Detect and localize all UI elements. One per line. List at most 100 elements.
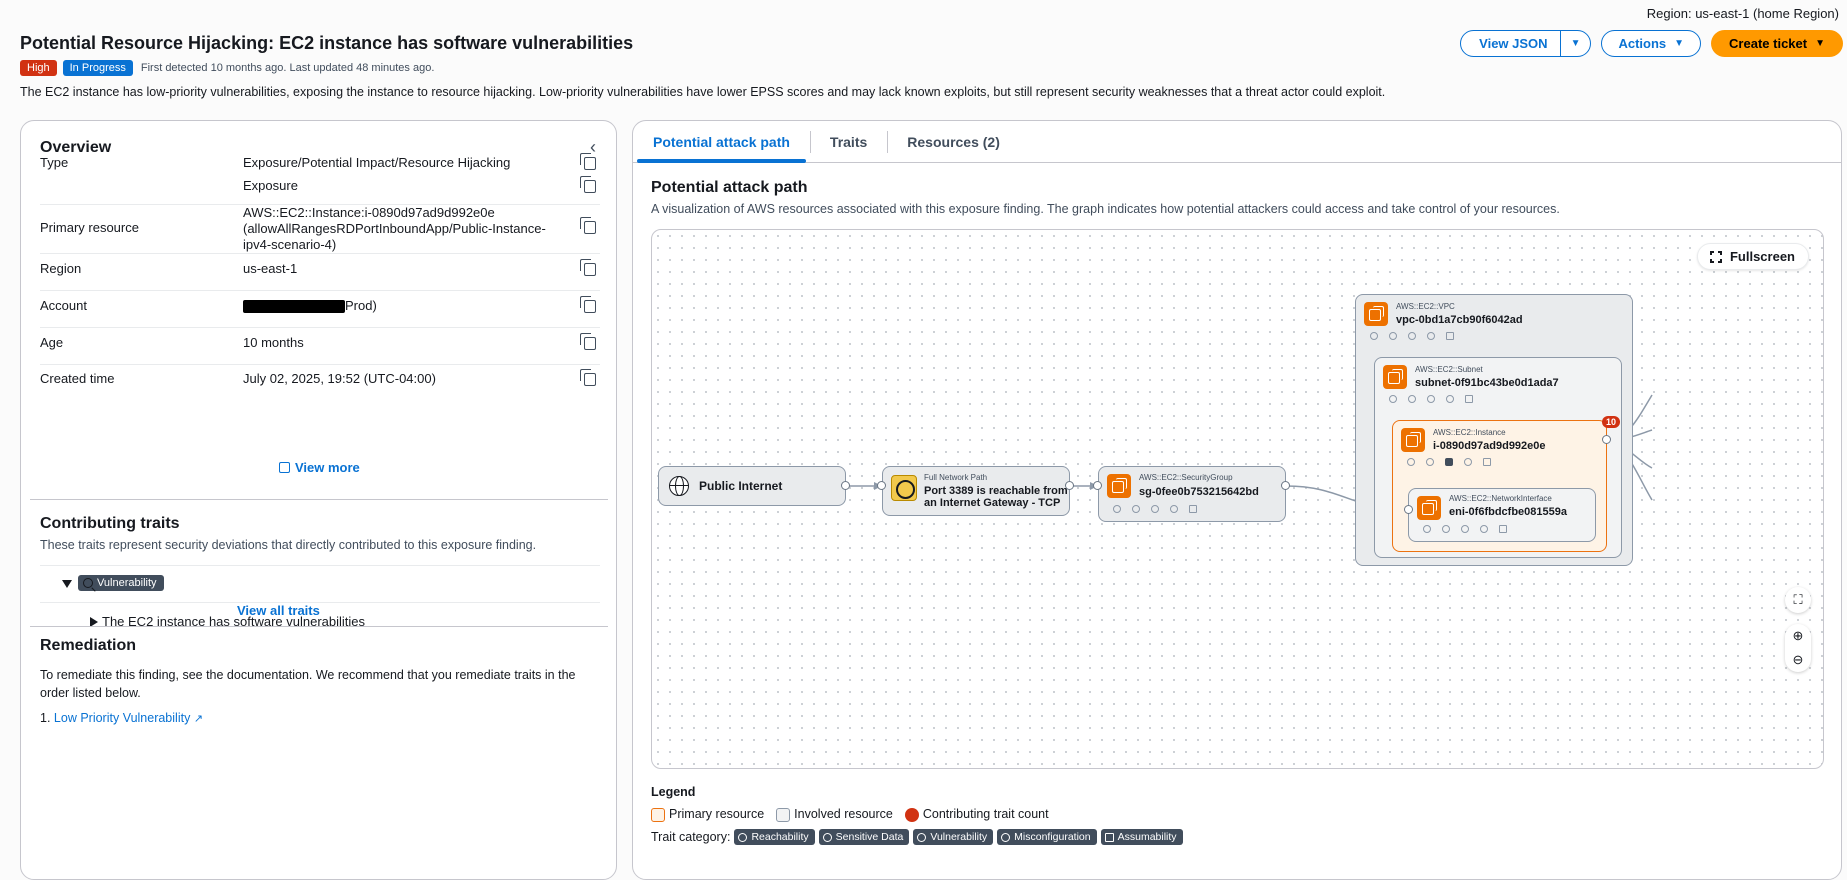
overview-key: Created time (40, 371, 115, 386)
overview-key: Account (40, 298, 87, 313)
involved-swatch (776, 807, 791, 822)
node-public-internet[interactable]: Public Internet (658, 466, 846, 506)
misconfiguration-icon (1480, 525, 1488, 533)
port-handle (1602, 435, 1611, 444)
caret-down-icon[interactable] (62, 580, 72, 588)
legend-label: Contributing trait count (922, 807, 1049, 821)
legend-label: Primary resource (669, 807, 765, 821)
severity-badge: High (20, 60, 57, 76)
overview-row-account: Account Prod) (40, 296, 600, 328)
external-link-icon[interactable]: ↗ (194, 713, 203, 725)
expand-icon (279, 462, 290, 473)
port-handle (1404, 505, 1413, 514)
view-more-link[interactable]: View more (279, 460, 360, 475)
node-type: AWS::EC2::Subnet (1415, 365, 1483, 374)
reachability-icon (1389, 395, 1397, 403)
overview-value: July 02, 2025, 19:52 (UTC-04:00) (243, 371, 436, 386)
port-handle (877, 481, 886, 490)
redacted-account (243, 300, 345, 314)
node-label: subnet-0f91bc43be0d1ada7 (1415, 377, 1559, 389)
copy-icon[interactable] (580, 176, 596, 193)
status-badge: In Progress (62, 60, 133, 76)
tab-traits[interactable]: Traits (809, 121, 887, 162)
node-security-group[interactable]: AWS::EC2::SecurityGroup sg-0fee0b7532156… (1098, 466, 1286, 522)
sensitive-data-icon (1426, 458, 1434, 466)
view-json-button[interactable]: View JSON (1461, 31, 1561, 56)
header-actions: View JSON ▼ Actions ▼ Create ticket ▼ (1460, 30, 1843, 57)
node-network-path[interactable]: Full Network Path Port 3389 is reachable… (882, 466, 1070, 516)
misconfiguration-icon (1001, 832, 1011, 842)
reachability-icon (1370, 332, 1378, 340)
legend-primary: Primary resource (651, 807, 764, 822)
remediation-num: 1. (40, 711, 51, 725)
detected-text: First detected 10 months ago. Last updat… (140, 62, 435, 74)
node-type: AWS::EC2::SecurityGroup (1139, 473, 1233, 482)
copy-icon[interactable] (580, 369, 596, 386)
zoom-out-icon: ⊖ (1792, 652, 1804, 667)
overview-value: us-east-1 (243, 261, 298, 276)
overview-key: Type (40, 155, 69, 170)
overview-row-age: Age 10 months (40, 333, 600, 365)
reachability-icon (1113, 505, 1121, 513)
tab-bar: Potential attack path Traits Resources (… (633, 121, 1841, 163)
chip-label: Sensitive Data (835, 831, 904, 843)
trait-category-legend: Trait category: Reachability Sensitive D… (651, 829, 1183, 845)
actions-button[interactable]: Actions ▼ (1601, 30, 1702, 57)
low-priority-vulnerability-link[interactable]: Low Priority Vulnerability (54, 711, 190, 725)
zoom-out-button[interactable]: ⊖ (1785, 648, 1811, 672)
tab-potential-attack-path[interactable]: Potential attack path (633, 121, 810, 163)
overview-key: Age (40, 335, 64, 350)
copy-icon[interactable] (580, 296, 596, 313)
trait-icons (1113, 505, 1197, 513)
vulnerability-icon (1408, 332, 1416, 340)
traits-title: Contributing traits (40, 515, 180, 532)
trait-category-row[interactable]: Vulnerability (40, 565, 600, 602)
overview-row-primary-resource: Primary resource AWS::EC2::Instance:i-08… (40, 205, 600, 254)
node-type: AWS::EC2::VPC (1396, 302, 1455, 311)
overview-panel: Overview ‹ Type Exposure/Potential Impac… (20, 120, 617, 880)
fit-view-button[interactable]: ⛶ (1785, 587, 1811, 613)
node-label: eni-0f6fbdcfbe081559a (1449, 506, 1567, 518)
vulnerability-icon (1461, 525, 1469, 533)
chip-label: Vulnerability (930, 831, 988, 843)
tab-resources[interactable]: Resources (2) (887, 121, 1020, 162)
misconfiguration-icon (1427, 332, 1435, 340)
remediation-title: Remediation (40, 637, 137, 654)
node-type: AWS::EC2::NetworkInterface (1449, 494, 1552, 503)
status-badges: High In Progress First detected 10 month… (20, 60, 434, 76)
zoom-in-button[interactable]: ⊕ (1785, 624, 1811, 648)
assumability-icon (1465, 395, 1473, 403)
finding-description: The EC2 instance has low-priority vulner… (20, 85, 1386, 99)
assumability-icon (1189, 505, 1197, 513)
trait-icons (1370, 332, 1454, 340)
attack-path-panel: Potential attack path Traits Resources (… (632, 120, 1842, 880)
page-title: Potential Resource Hijacking: EC2 instan… (20, 33, 634, 53)
divider (30, 499, 608, 500)
instance-icon (1401, 428, 1425, 452)
misconfiguration-icon (1446, 395, 1454, 403)
remediation-item: 1. Low Priority Vulnerability ↗ (40, 711, 203, 725)
assumability-icon (1104, 832, 1114, 842)
attack-path-graph[interactable]: Fullscreen Public Internet Full Network … (651, 229, 1824, 769)
view-json-dropdown-icon[interactable]: ▼ (1561, 31, 1591, 56)
create-ticket-button[interactable]: Create ticket ▼ (1711, 30, 1843, 57)
copy-icon[interactable] (580, 333, 596, 350)
overview-value: 10 months (243, 335, 304, 350)
chip-label: Vulnerability (97, 577, 157, 589)
port-handle (1281, 481, 1290, 490)
region-label: Region: us-east-1 (home Region) (1646, 6, 1839, 21)
chip-vulnerability: Vulnerability (913, 829, 994, 845)
node-label: an Internet Gateway - TCP (924, 497, 1061, 509)
copy-icon[interactable] (580, 259, 596, 276)
copy-icon[interactable] (580, 153, 596, 170)
node-label: i-0890d97ad9d992e0e (1433, 440, 1546, 452)
trait-item-row[interactable]: The EC2 instance has software vulnerabil… (40, 602, 600, 639)
reachability-icon (1407, 458, 1415, 466)
assumability-icon (1499, 525, 1507, 533)
group-network-interface[interactable]: AWS::EC2::NetworkInterface eni-0f6fbdcfb… (1408, 488, 1596, 542)
node-label: Public Internet (699, 479, 783, 493)
sensitive-data-icon (822, 832, 832, 842)
copy-icon[interactable] (580, 217, 596, 234)
view-more-label: View more (295, 460, 360, 475)
divider (30, 626, 608, 627)
